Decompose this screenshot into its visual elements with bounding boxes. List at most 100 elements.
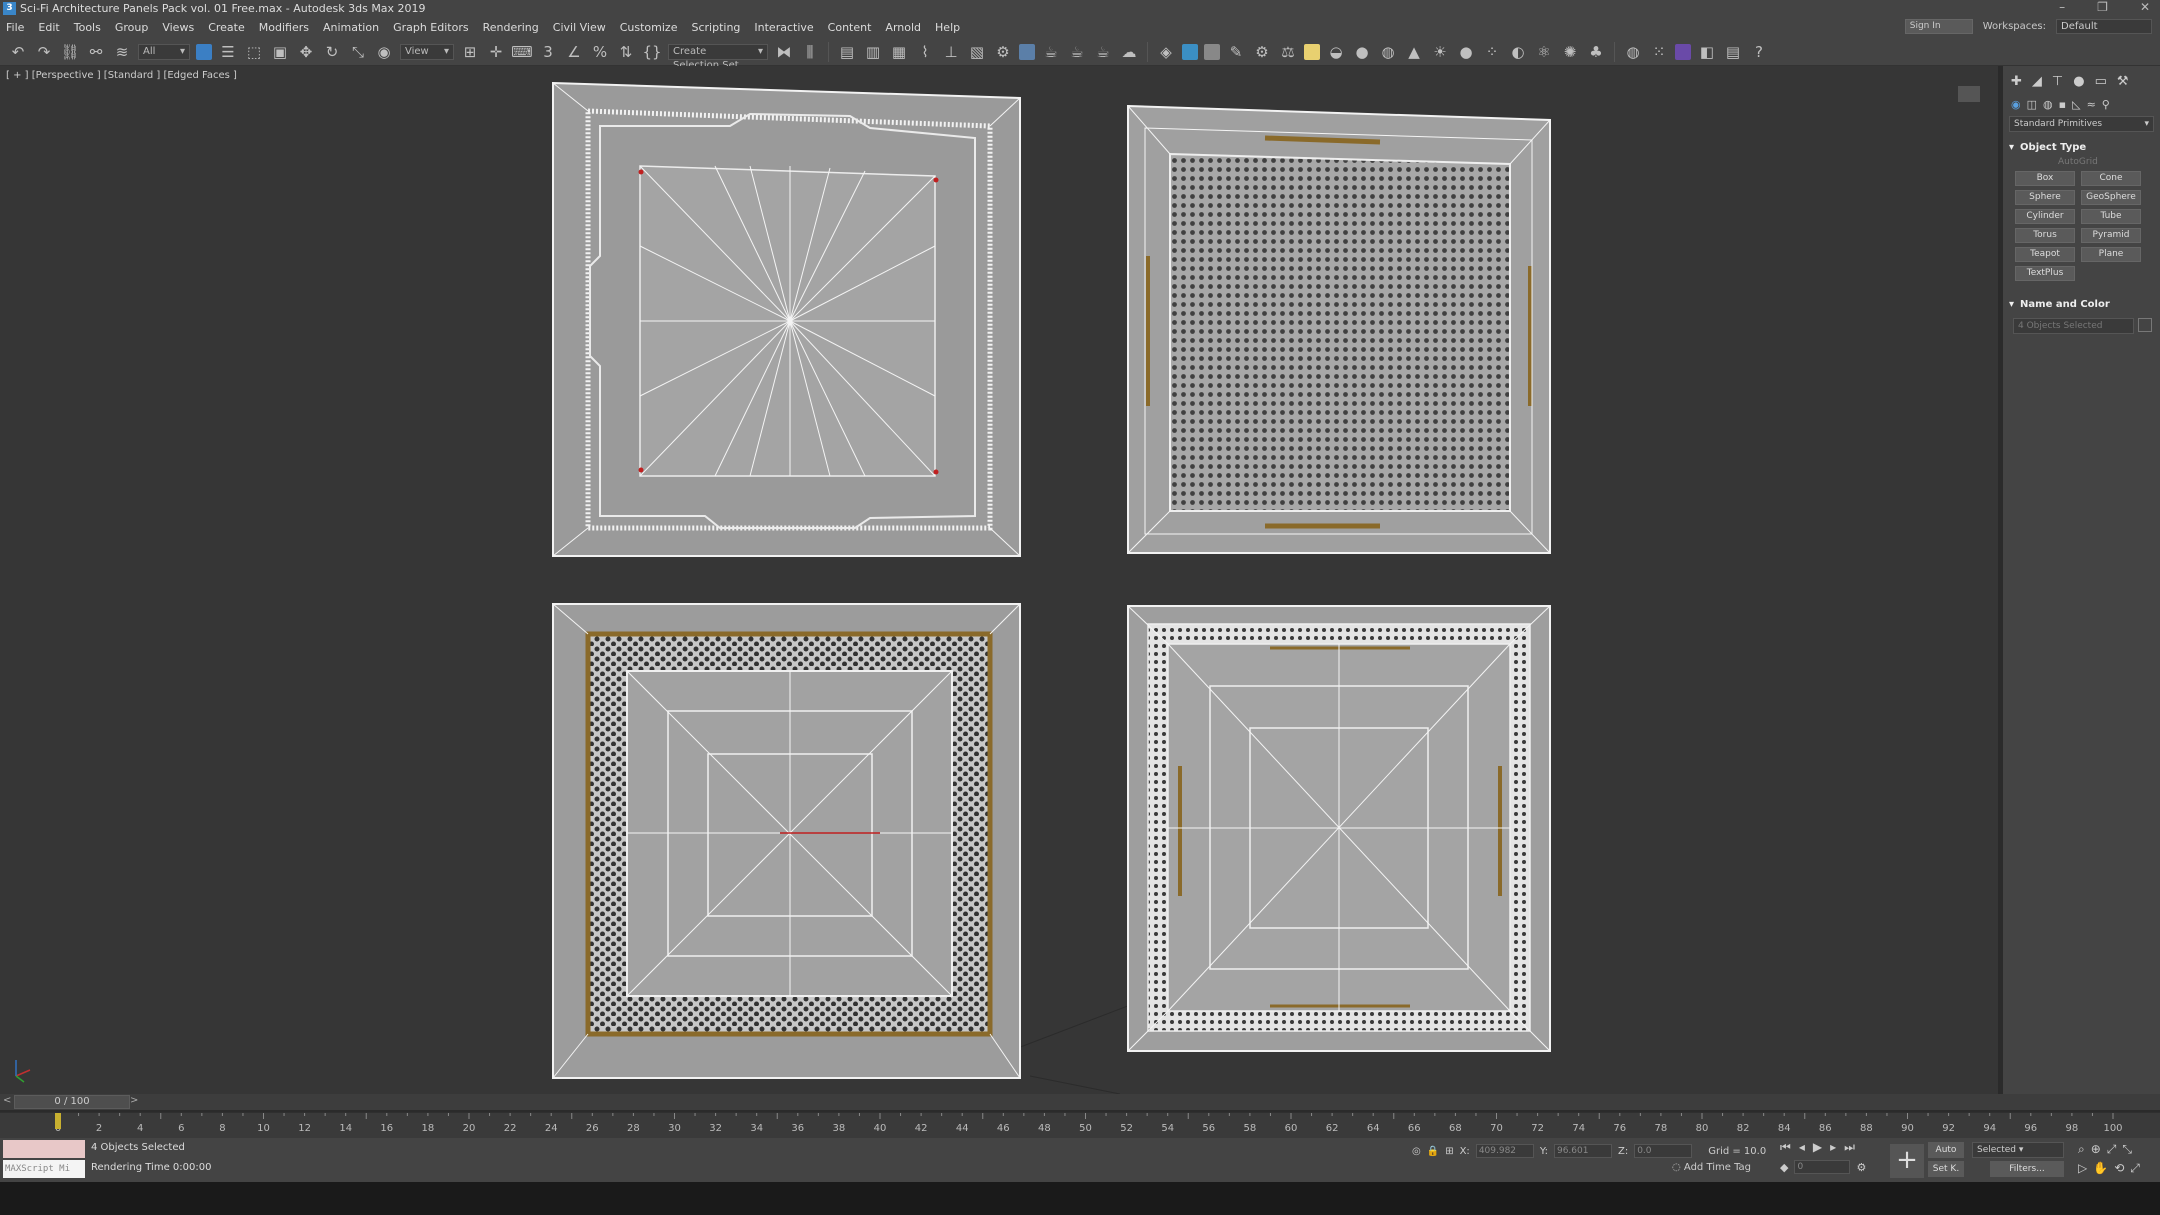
material-editor-icon[interactable]: ▧: [967, 42, 987, 62]
geometry-icon[interactable]: ◉: [2011, 98, 2021, 111]
angle-snap-icon[interactable]: ∠: [564, 42, 584, 62]
schematic-view-icon[interactable]: ⊥: [941, 42, 961, 62]
undo-icon[interactable]: ↶: [8, 42, 28, 62]
arnold-icon[interactable]: ◈: [1156, 42, 1176, 62]
auto-key-button[interactable]: Auto: [1928, 1142, 1964, 1158]
time-config-icon[interactable]: ⚙: [1856, 1161, 1866, 1174]
key-filters-button[interactable]: Filters...: [1990, 1161, 2064, 1177]
cone-button[interactable]: Cone: [2081, 171, 2141, 186]
absolute-mode-icon[interactable]: ⊞: [1445, 1146, 1453, 1157]
rendered-frame-window-icon[interactable]: [1019, 43, 1035, 60]
textplus-button[interactable]: TextPlus: [2015, 266, 2075, 281]
x-coordinate-field[interactable]: 409.982: [1475, 1144, 1534, 1158]
menu-civil-view[interactable]: Civil View: [546, 21, 613, 34]
tube-button[interactable]: Tube: [2081, 209, 2141, 224]
scifi-panel-04[interactable]: [1127, 605, 1551, 1052]
workspace-dropdown[interactable]: Default: [2056, 19, 2152, 34]
geosphere-button[interactable]: GeoSphere: [2081, 190, 2141, 205]
motion-tab-icon[interactable]: ●: [2073, 74, 2084, 94]
render-setup-icon[interactable]: ⚙: [993, 42, 1013, 62]
field-of-view-icon[interactable]: ▷: [2078, 1161, 2087, 1176]
arnold-dome-icon[interactable]: ◒: [1326, 42, 1346, 62]
isolate-icon[interactable]: ◎: [1412, 1146, 1421, 1157]
render-iterative-icon[interactable]: ☕: [1067, 42, 1087, 62]
track-bar[interactable]: 0246810121416182022242628303234363840424…: [0, 1112, 2160, 1138]
menu-customize[interactable]: Customize: [613, 21, 685, 34]
menu-scripting[interactable]: Scripting: [684, 21, 747, 34]
reference-coordinate-dropdown[interactable]: View ▾: [400, 43, 454, 60]
lights-icon[interactable]: ◍: [2043, 98, 2053, 111]
close-button[interactable]: ✕: [2140, 0, 2150, 14]
time-slider[interactable]: < 0 / 100 >: [0, 1094, 2160, 1110]
mirror-icon[interactable]: ⧓: [774, 42, 794, 62]
teapot-button[interactable]: Teapot: [2015, 247, 2075, 262]
arnold-sky-icon[interactable]: ●: [1456, 42, 1476, 62]
scene-explorer-icon[interactable]: ▤: [837, 42, 857, 62]
primitive-category-dropdown[interactable]: Standard Primitives ▾: [2009, 116, 2154, 132]
maxscript-listener[interactable]: MAXScript Mi: [3, 1140, 85, 1180]
y-coordinate-field[interactable]: 96.601: [1553, 1144, 1612, 1158]
zoom-extents-all-icon[interactable]: ⤡: [2122, 1142, 2132, 1157]
current-frame-marker[interactable]: [55, 1113, 61, 1129]
arnold-tree-icon[interactable]: ♣: [1586, 42, 1606, 62]
scifi-panel-01[interactable]: [552, 81, 1021, 557]
app-icon[interactable]: 3: [3, 2, 16, 15]
current-frame-field[interactable]: 0: [1794, 1160, 1851, 1174]
box-button[interactable]: Box: [2015, 171, 2075, 186]
edit-named-selection-icon[interactable]: {}: [642, 42, 662, 62]
globe-icon[interactable]: ◍: [1623, 42, 1643, 62]
modify-tab-icon[interactable]: ◢: [2032, 74, 2042, 94]
named-selection-set-dropdown[interactable]: Create Selection Set ▾: [668, 43, 768, 71]
render-activeshade-icon[interactable]: ☕: [1093, 42, 1113, 62]
systems-icon[interactable]: ⚲: [2102, 98, 2110, 111]
render-cloud-icon[interactable]: ☁: [1119, 42, 1139, 62]
help-icon[interactable]: ?: [1749, 42, 1769, 62]
menu-views[interactable]: Views: [155, 21, 201, 34]
menu-tools[interactable]: Tools: [67, 21, 108, 34]
maximize-viewport-icon[interactable]: ⤢: [2130, 1161, 2140, 1176]
arnold-volume-icon[interactable]: ⁘: [1482, 42, 1502, 62]
menu-modifiers[interactable]: Modifiers: [252, 21, 316, 34]
select-object-icon[interactable]: [196, 43, 212, 60]
arnold-operator-icon[interactable]: ⚖: [1278, 42, 1298, 62]
key-mode-icon[interactable]: ◆: [1780, 1161, 1788, 1174]
snaps-toggle-icon[interactable]: 3: [538, 42, 558, 62]
toolbar-options-icon[interactable]: ▤: [1723, 42, 1743, 62]
keyboard-shortcut-override-icon[interactable]: ⌨: [511, 42, 533, 62]
rectangular-selection-icon[interactable]: ⬚: [244, 42, 264, 62]
place-icon[interactable]: ◉: [374, 42, 394, 62]
percent-snap-icon[interactable]: %: [590, 42, 610, 62]
play-icon[interactable]: ▶: [1813, 1140, 1822, 1155]
zoom-extents-icon[interactable]: ⤢: [2107, 1142, 2117, 1157]
rotate-icon[interactable]: ↻: [322, 42, 342, 62]
spinner-snap-icon[interactable]: ⇅: [616, 42, 636, 62]
select-by-name-icon[interactable]: ☰: [218, 42, 238, 62]
arnold-settings-icon[interactable]: ⚙: [1252, 42, 1272, 62]
zoom-icon[interactable]: ⌕: [2078, 1142, 2085, 1157]
display-tab-icon[interactable]: ▭: [2095, 74, 2107, 94]
viewport-layout-icon[interactable]: ◧: [1697, 42, 1717, 62]
helpers-icon[interactable]: ◺: [2072, 98, 2080, 111]
sphere-button[interactable]: Sphere: [2015, 190, 2075, 205]
key-filter-dropdown[interactable]: Selected ▾: [1972, 1142, 2064, 1158]
set-key-button[interactable]: Set K.: [1928, 1161, 1964, 1177]
cylinder-button[interactable]: Cylinder: [2015, 209, 2075, 224]
menu-arnold[interactable]: Arnold: [878, 21, 928, 34]
menu-create[interactable]: Create: [201, 21, 252, 34]
move-icon[interactable]: ✥: [296, 42, 316, 62]
ribbon-toggle-icon[interactable]: ▦: [889, 42, 909, 62]
arnold-sphere-icon[interactable]: ●: [1352, 42, 1372, 62]
arnold-box-icon[interactable]: [1304, 43, 1320, 60]
menu-help[interactable]: Help: [928, 21, 967, 34]
arnold-ipr-icon[interactable]: [1204, 43, 1220, 60]
maxscript-input[interactable]: MAXScript Mi: [3, 1160, 85, 1178]
restore-button[interactable]: ❐: [2097, 0, 2108, 14]
time-slider-handle[interactable]: 0 / 100: [14, 1095, 130, 1109]
arnold-alembic-icon[interactable]: ⚛: [1534, 42, 1554, 62]
unlink-icon[interactable]: ⚯: [86, 42, 106, 62]
time-slider-prev-icon[interactable]: <: [3, 1095, 11, 1106]
scifi-panel-03[interactable]: [552, 603, 1021, 1079]
utilities-tab-icon[interactable]: ⚒: [2117, 74, 2129, 94]
maxscript-output[interactable]: [3, 1140, 85, 1158]
menu-graph-editors[interactable]: Graph Editors: [386, 21, 476, 34]
